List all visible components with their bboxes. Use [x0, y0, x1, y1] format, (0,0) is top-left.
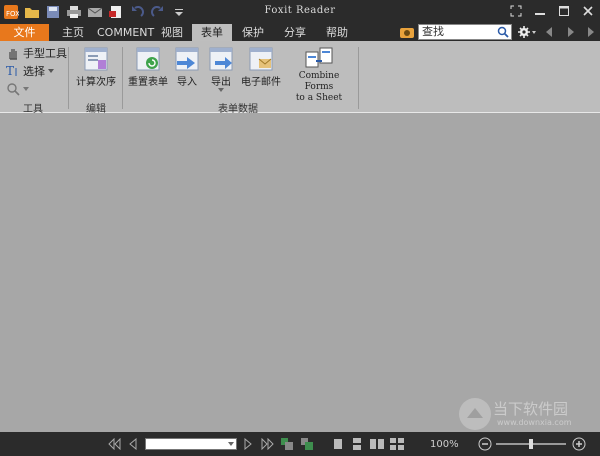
continuous-facing-icon[interactable]: [390, 438, 404, 453]
tab-share[interactable]: 分享: [278, 24, 312, 41]
hand-tool-button[interactable]: 手型工具: [6, 45, 67, 61]
zoom-slider-handle[interactable]: [529, 439, 533, 449]
tab-help[interactable]: 帮助: [320, 24, 354, 41]
last-page-icon[interactable]: [260, 437, 274, 453]
facing-pages-icon[interactable]: [370, 438, 384, 453]
hand-tool-label: 手型工具: [23, 47, 67, 60]
search-input-text: 查找: [422, 25, 444, 38]
select-tool-button[interactable]: T 选择: [6, 63, 54, 79]
email-button[interactable]: 电子邮件: [239, 47, 283, 88]
window-controls: [504, 0, 600, 22]
form-data-group-label: 表单数据: [218, 104, 258, 115]
import-icon: [175, 47, 199, 71]
next-view-icon[interactable]: [300, 437, 314, 454]
combine-forms-label-line1: Combine Forms: [298, 71, 340, 92]
dropdown-arrow-icon: [23, 87, 29, 91]
group-separator: [122, 47, 123, 109]
single-page-icon[interactable]: [333, 438, 343, 453]
dropdown-arrow-icon: [218, 88, 224, 92]
prev-page-icon[interactable]: [128, 437, 138, 453]
dropdown-arrow-icon: [48, 69, 54, 73]
continuous-page-icon[interactable]: [352, 438, 362, 453]
ribbon-panel: 手型工具 T 选择 工具 计算次序 编辑 重置表单 导入 导出 电子邮件 Com…: [0, 41, 600, 115]
search-input[interactable]: 查找: [418, 24, 512, 40]
import-button[interactable]: 导入: [173, 47, 201, 88]
document-area[interactable]: [0, 114, 600, 432]
status-bar: 100%: [0, 432, 600, 456]
export-label: 导出: [211, 77, 231, 88]
watermark: 当下软件园 www.downxia.com: [457, 396, 597, 432]
export-icon: [209, 47, 233, 71]
import-label: 导入: [177, 77, 197, 88]
tab-file[interactable]: 文件: [0, 24, 49, 41]
next-page-icon[interactable]: [243, 437, 253, 453]
minimize-icon[interactable]: [528, 0, 552, 22]
edit-group-label: 编辑: [86, 104, 106, 115]
hand-icon: [9, 49, 17, 60]
zoom-out-icon[interactable]: [478, 437, 492, 454]
combine-forms-icon: [305, 47, 333, 68]
dropdown-arrow-icon[interactable]: [228, 442, 234, 447]
select-tool-label: 选择: [23, 65, 45, 78]
reset-form-icon: [136, 47, 160, 71]
zoom-level[interactable]: 100%: [430, 439, 459, 450]
reset-form-label: 重置表单: [128, 77, 168, 88]
zoom-icon: [7, 83, 20, 96]
page-number-input[interactable]: [145, 438, 237, 450]
prev-arrow-icon[interactable]: [544, 26, 554, 41]
tab-home[interactable]: 主页: [55, 24, 91, 41]
zoom-slider[interactable]: [496, 439, 566, 449]
calc-order-label: 计算次序: [76, 77, 116, 88]
ribbon-toggle-icon[interactable]: [586, 26, 596, 41]
svg-text:T: T: [6, 64, 14, 78]
first-page-icon[interactable]: [108, 437, 122, 453]
watermark-url: www.downxia.com: [497, 418, 572, 427]
magnifier-icon[interactable]: [497, 26, 509, 38]
tab-view[interactable]: 视图: [155, 24, 189, 41]
reset-form-button[interactable]: 重置表单: [127, 47, 169, 88]
previous-view-icon[interactable]: [280, 437, 294, 454]
watermark-text: 当下软件园: [493, 400, 569, 418]
group-separator: [358, 47, 359, 109]
email-form-icon: [249, 47, 273, 71]
close-icon[interactable]: [576, 0, 600, 22]
export-button[interactable]: 导出: [207, 47, 235, 93]
title-bar: FOX Foxit Reader: [0, 0, 600, 24]
calc-order-button[interactable]: 计算次序: [74, 47, 118, 88]
combine-forms-button[interactable]: Combine Forms to a Sheet: [285, 47, 353, 104]
maximize-icon[interactable]: [552, 0, 576, 22]
tab-form[interactable]: 表单: [192, 24, 232, 41]
group-separator: [68, 47, 69, 109]
tab-protect[interactable]: 保护: [236, 24, 270, 41]
zoom-in-icon[interactable]: [572, 437, 586, 454]
next-arrow-icon[interactable]: [566, 26, 576, 41]
tools-group-label: 工具: [23, 104, 43, 115]
tab-comment[interactable]: COMMENT: [97, 24, 154, 41]
calculation-order-icon: [84, 47, 108, 71]
zoom-tool-button[interactable]: [6, 82, 29, 96]
select-text-icon: T: [6, 64, 17, 78]
watermark-logo-icon: [459, 398, 491, 430]
email-label: 电子邮件: [241, 77, 281, 88]
fullscreen-icon[interactable]: [504, 0, 528, 22]
combine-forms-label-line2: to a Sheet: [295, 93, 343, 103]
